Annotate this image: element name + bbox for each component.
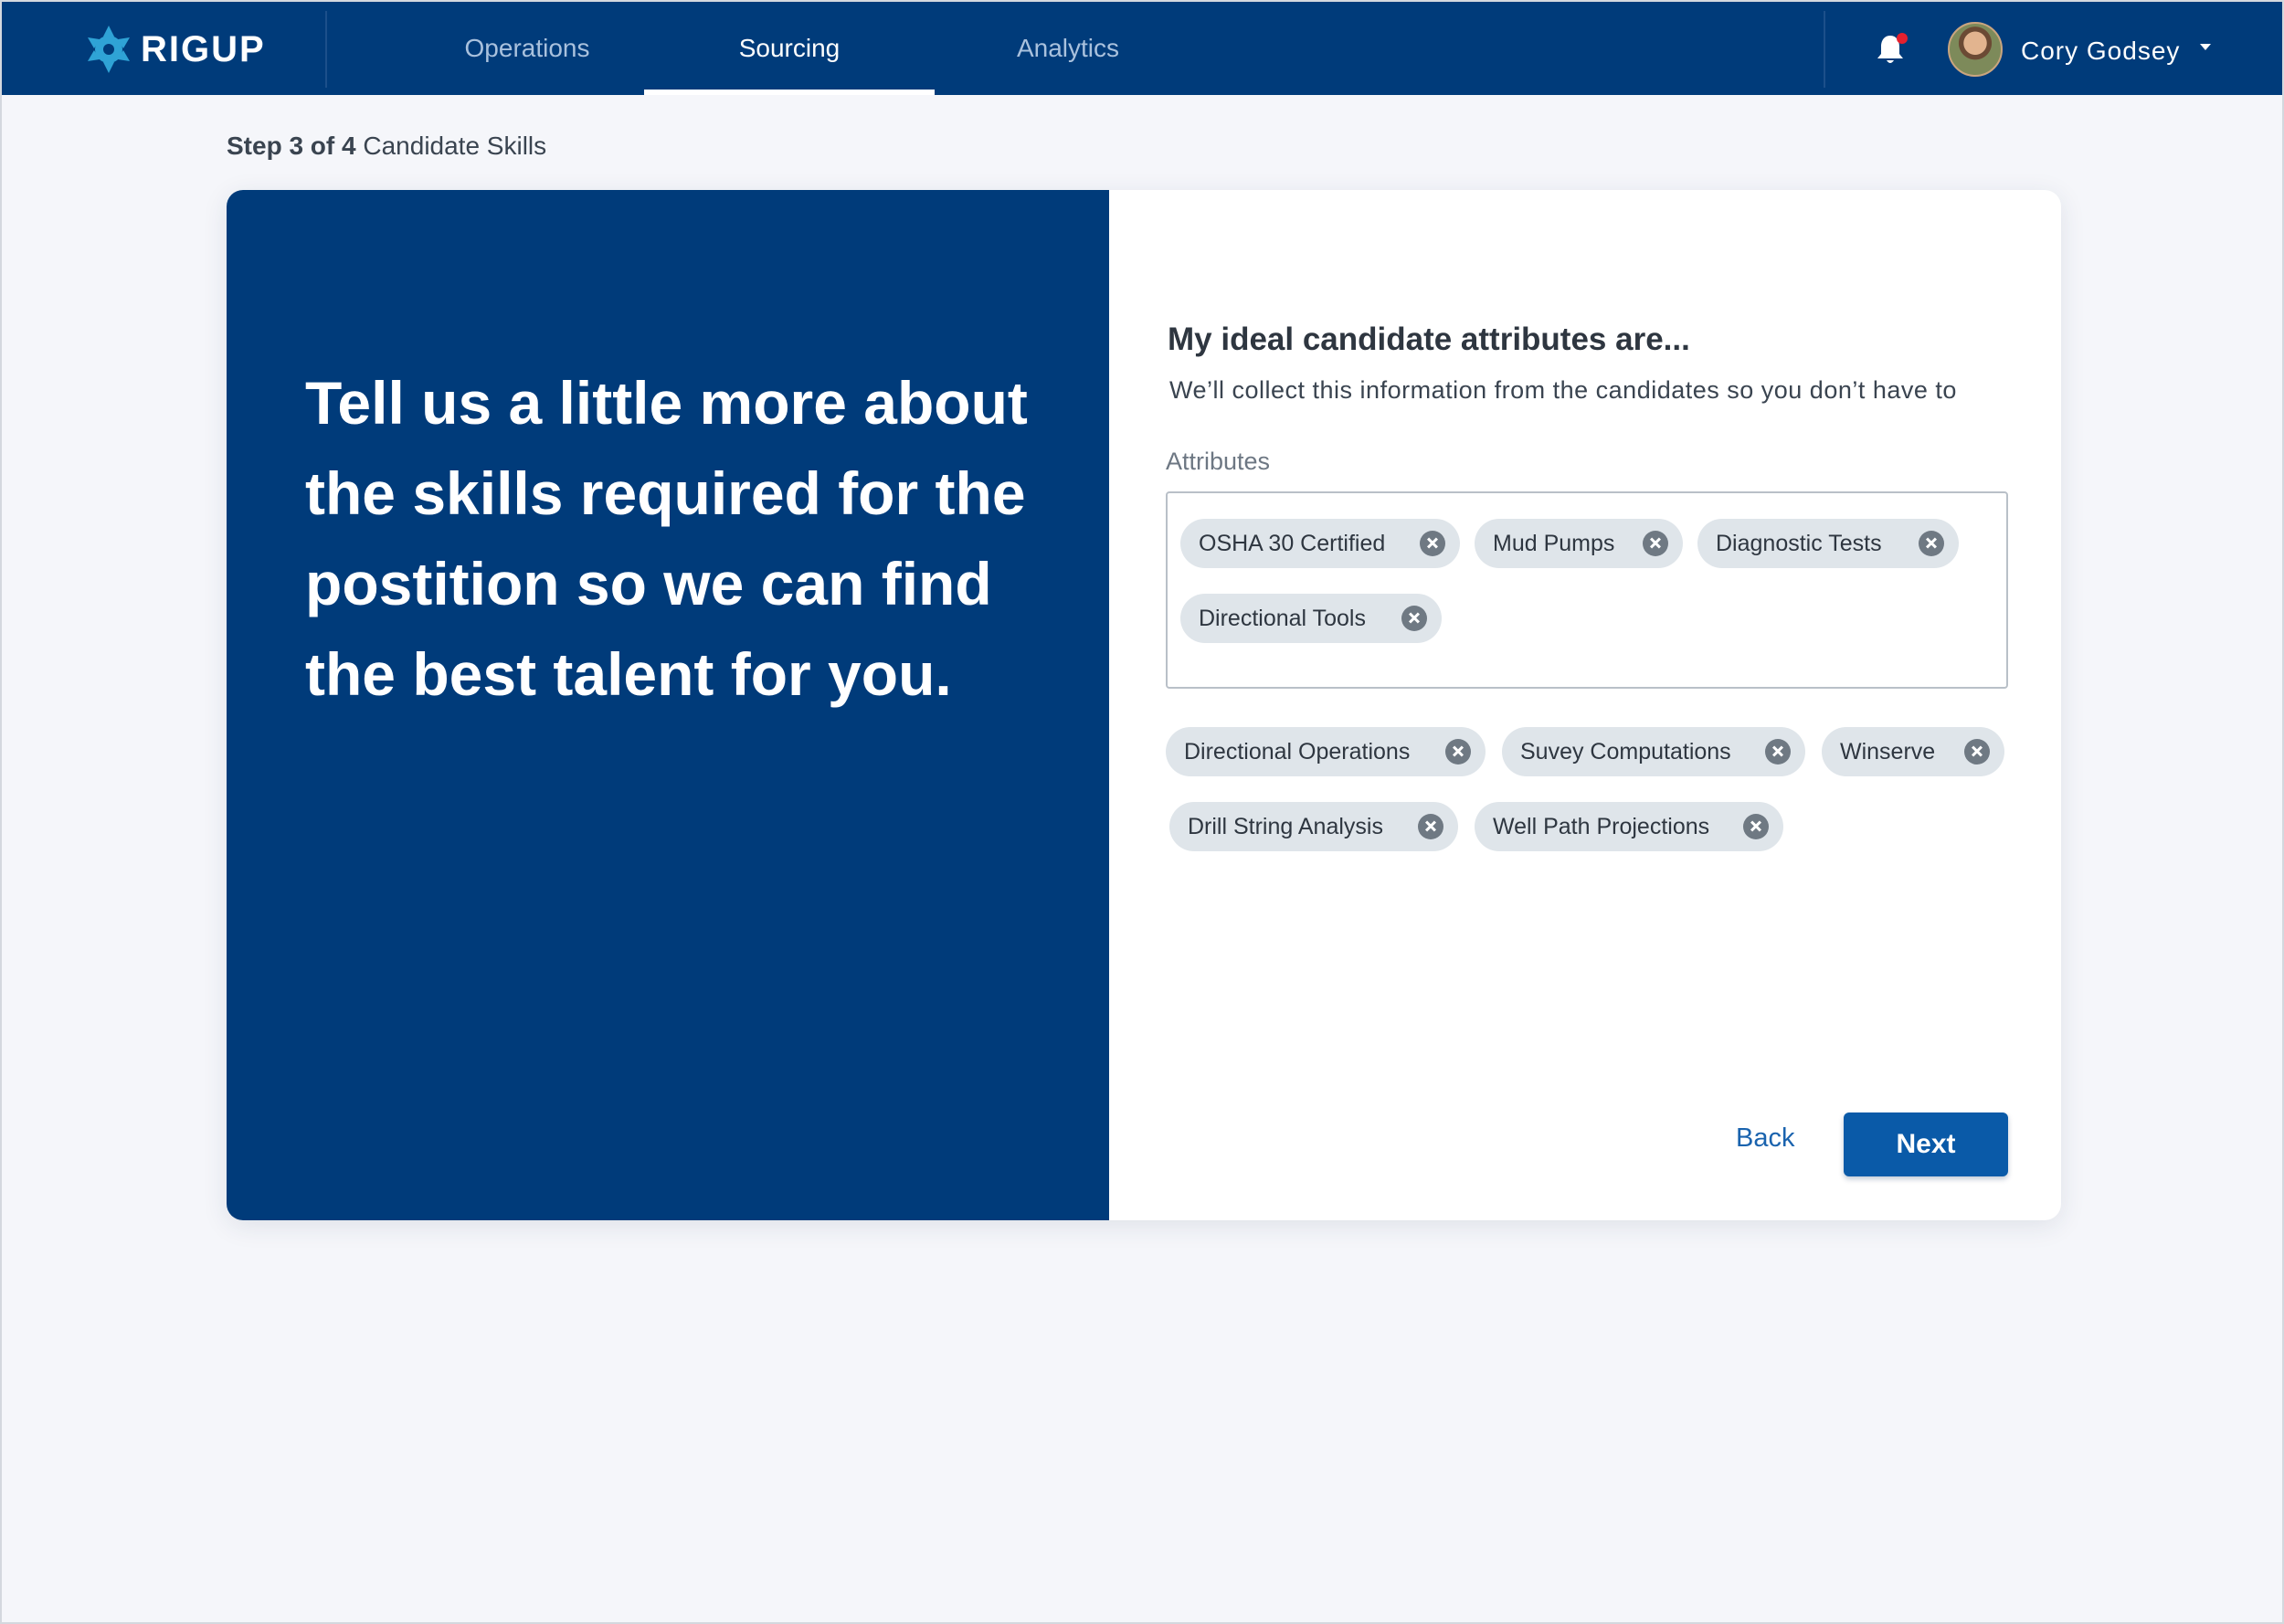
- rigup-gear-icon: [88, 26, 130, 73]
- close-circle-icon[interactable]: [1743, 814, 1769, 839]
- intro-headline: Tell us a little more about the skills r…: [305, 369, 1028, 708]
- close-circle-icon[interactable]: [1964, 739, 1990, 765]
- step-title: Candidate Skills: [363, 132, 547, 160]
- caret-down-icon[interactable]: [2200, 44, 2211, 50]
- suggested-attribute-chip[interactable]: Winserve: [1822, 727, 2004, 776]
- close-circle-icon[interactable]: [1445, 739, 1471, 765]
- attributes-input[interactable]: OSHA 30 Certified Mud Pumps Diagnostic T…: [1166, 491, 2008, 689]
- attribute-chip: Mud Pumps: [1475, 519, 1683, 568]
- close-circle-icon[interactable]: [1765, 739, 1791, 765]
- chip-label: Diagnostic Tests: [1716, 530, 1882, 556]
- close-circle-icon[interactable]: [1418, 814, 1443, 839]
- nav-divider: [1824, 11, 1825, 88]
- chip-label: OSHA 30 Certified: [1199, 530, 1386, 556]
- next-button[interactable]: Next: [1844, 1113, 2008, 1176]
- form-subtitle: We’ll collect this information from the …: [1169, 376, 1957, 404]
- brand-name: RIGUP: [141, 28, 266, 69]
- rigup-logo[interactable]: RIGUP: [84, 24, 266, 75]
- wizard-card: Tell us a little more about the skills r…: [227, 190, 2061, 1220]
- form-panel: My ideal candidate attributes are... We’…: [1109, 190, 2061, 1220]
- chip-label: Directional Operations: [1184, 738, 1411, 765]
- suggested-attribute-chip[interactable]: Drill String Analysis: [1169, 802, 1458, 851]
- chip-label: Well Path Projections: [1493, 813, 1710, 839]
- step-count: Step 3 of 4: [227, 132, 356, 160]
- attributes-label: Attributes: [1166, 448, 1271, 475]
- close-circle-icon[interactable]: [1919, 531, 1944, 556]
- tab-analytics[interactable]: Analytics: [974, 2, 1162, 95]
- close-circle-icon[interactable]: [1643, 531, 1668, 556]
- step-indicator: Step 3 of 4 Candidate Skills: [227, 132, 546, 161]
- tab-operations[interactable]: Operations: [431, 2, 623, 95]
- nav-divider: [325, 11, 327, 88]
- avatar[interactable]: [1948, 22, 2003, 77]
- chip-label: Suvey Computations: [1520, 738, 1731, 765]
- attribute-chip: Diagnostic Tests: [1697, 519, 1959, 568]
- top-navigation-bar: RIGUP Operations Sourcing Analytics Cory…: [2, 2, 2282, 95]
- close-circle-icon[interactable]: [1420, 531, 1445, 556]
- chip-label: Winserve: [1840, 738, 1936, 765]
- notification-dot: [1897, 33, 1908, 44]
- tab-sourcing[interactable]: Sourcing: [644, 2, 935, 95]
- back-button[interactable]: Back: [1736, 1123, 1794, 1154]
- chip-label: Mud Pumps: [1493, 530, 1615, 556]
- attribute-chip: Directional Tools: [1180, 594, 1442, 643]
- chip-label: Directional Tools: [1199, 605, 1366, 631]
- form-title: My ideal candidate attributes are...: [1168, 322, 1690, 357]
- close-circle-icon[interactable]: [1401, 606, 1427, 631]
- suggested-attribute-chip[interactable]: Suvey Computations: [1502, 727, 1805, 776]
- attribute-chip: OSHA 30 Certified: [1180, 519, 1460, 568]
- user-name[interactable]: Cory Godsey: [2021, 37, 2180, 66]
- suggested-attribute-chip[interactable]: Well Path Projections: [1475, 802, 1783, 851]
- chip-label: Drill String Analysis: [1188, 813, 1383, 839]
- suggested-attribute-chip[interactable]: Directional Operations: [1166, 727, 1486, 776]
- intro-panel: Tell us a little more about the skills r…: [227, 190, 1109, 1220]
